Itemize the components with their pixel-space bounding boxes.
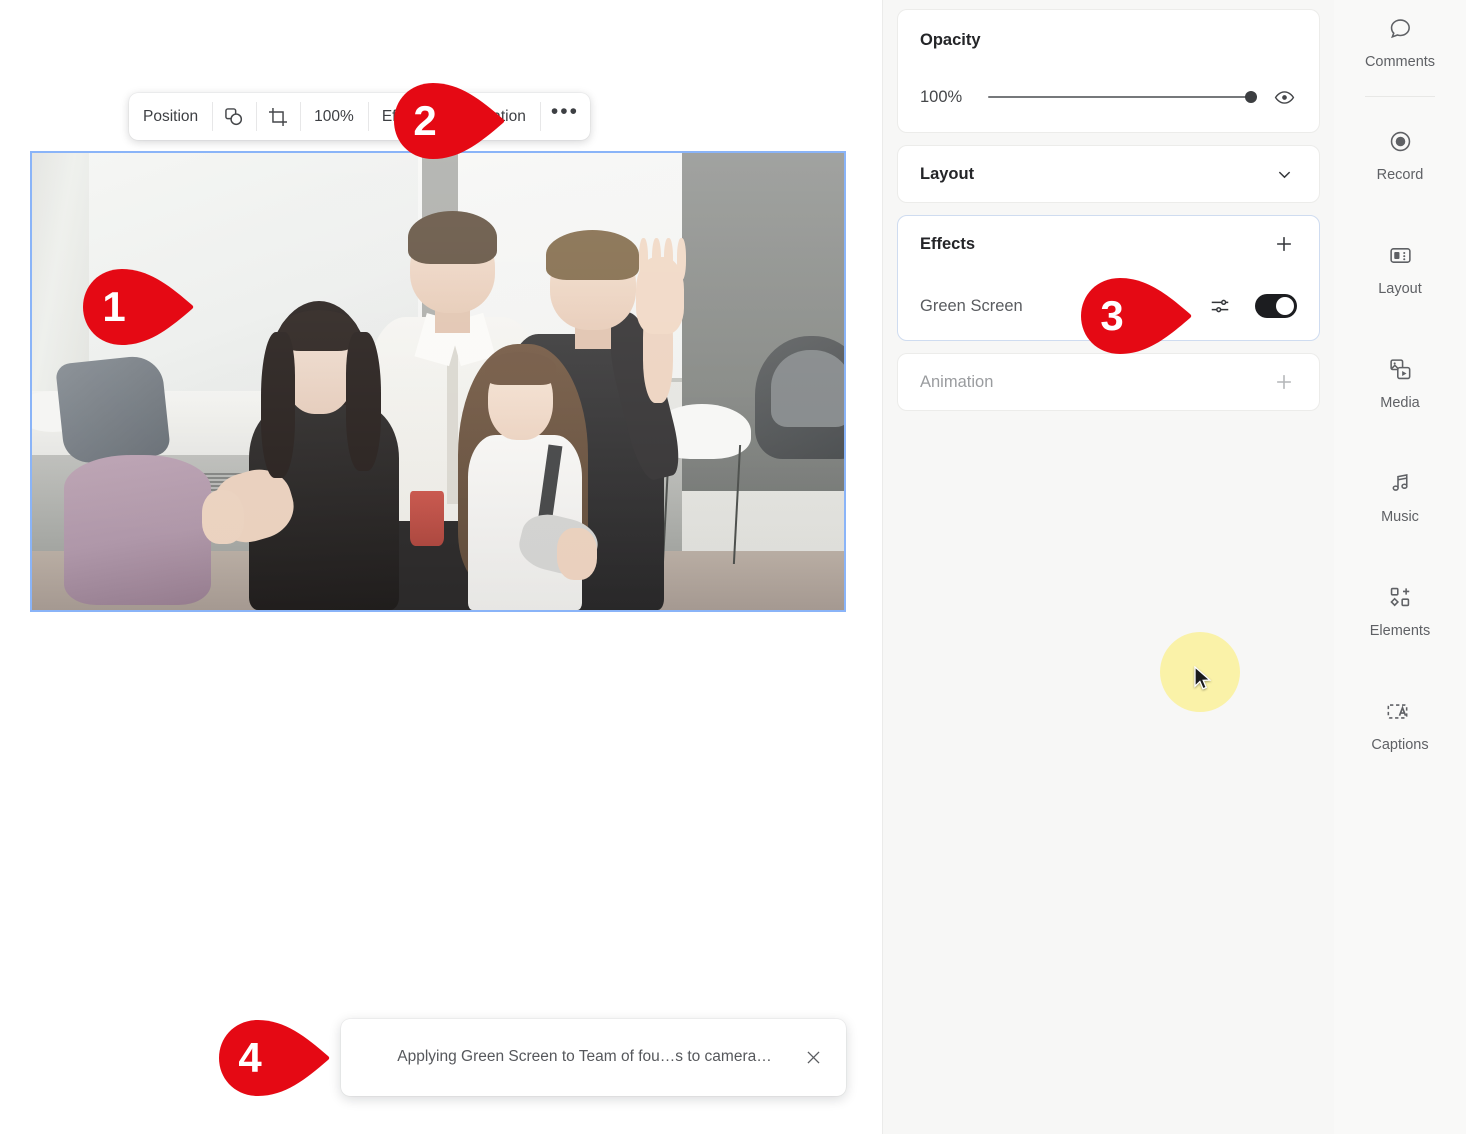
opacity-value: 100% <box>920 87 963 106</box>
mouse-cursor <box>1194 665 1214 697</box>
rail-label-record: Record <box>1376 167 1424 183</box>
rail-item-record[interactable]: Record <box>1334 117 1466 195</box>
media-stack-icon <box>1388 357 1413 387</box>
rail-item-media[interactable]: Media <box>1334 345 1466 423</box>
green-screen-label: Green Screen <box>920 296 1023 315</box>
rail-label-music: Music <box>1381 509 1419 525</box>
toolbar-arrange-button[interactable] <box>212 93 256 140</box>
selected-video-clip[interactable] <box>30 151 846 612</box>
rail-item-music[interactable]: Music <box>1334 459 1466 537</box>
crop-icon <box>267 106 289 128</box>
record-circle-icon <box>1388 129 1413 159</box>
comment-bubble-icon <box>1388 16 1413 46</box>
plus-icon[interactable] <box>1271 231 1297 257</box>
opacity-slider[interactable] <box>988 91 1257 103</box>
animation-card[interactable]: Animation <box>897 353 1320 411</box>
editor-canvas[interactable]: Position 100% ••• Applying Green Screen … <box>0 0 882 1134</box>
effects-title: Effects <box>920 234 976 253</box>
layout-panels-icon <box>1388 243 1413 273</box>
toolbar-zoom-label: 100% <box>314 107 354 125</box>
marker-number: 3 <box>1100 292 1124 339</box>
person-dark-hair <box>201 295 410 610</box>
toast-message: Applying Green Screen to Team of fou…s t… <box>397 1048 772 1066</box>
rail-item-comments[interactable]: Comments <box>1334 4 1466 82</box>
properties-panel: Opacity 100% Layout Effects Green Screen… <box>882 0 1334 1134</box>
toolbar-more-button[interactable]: ••• <box>539 93 590 140</box>
opacity-card: Opacity 100% <box>897 9 1320 133</box>
sliders-icon[interactable] <box>1207 293 1233 319</box>
close-icon[interactable] <box>798 1043 828 1073</box>
rail-divider <box>1365 96 1435 97</box>
marker-number: 2 <box>413 97 437 144</box>
rail-label-elements: Elements <box>1369 623 1431 639</box>
marker-number: 1 <box>102 283 126 330</box>
opacity-slider-thumb[interactable] <box>1245 91 1257 103</box>
green-screen-toggle[interactable] <box>1255 294 1297 318</box>
toggle-knob <box>1276 297 1294 315</box>
toolbar-position-label: Position <box>143 107 199 125</box>
rail-item-layout[interactable]: Layout <box>1334 231 1466 309</box>
rail-item-captions[interactable]: Captions <box>1334 687 1466 765</box>
right-tool-rail: Comments Record Layout Media Music Eleme… <box>1334 0 1466 1134</box>
person-long-hair <box>446 336 603 610</box>
element-toolbar[interactable]: Position 100% ••• <box>129 93 590 140</box>
elements-shapes-icon <box>1388 585 1413 615</box>
toolbar-crop-button[interactable] <box>256 93 300 140</box>
captions-a-icon <box>1385 699 1414 729</box>
rail-label-media: Media <box>1380 395 1420 411</box>
video-scene <box>32 153 844 610</box>
toolbar-zoom-value[interactable]: 100% <box>300 93 368 140</box>
eye-icon[interactable] <box>1271 84 1297 110</box>
opacity-title: Opacity <box>920 31 981 49</box>
red-cup <box>409 491 444 546</box>
layout-title: Layout <box>920 164 975 183</box>
callout-marker-1: 1 <box>82 268 194 346</box>
animation-title: Animation <box>920 372 994 391</box>
layout-card[interactable]: Layout <box>897 145 1320 203</box>
callout-marker-3: 3 <box>1080 277 1192 355</box>
music-notes-icon <box>1388 471 1413 501</box>
rail-item-elements[interactable]: Elements <box>1334 573 1466 651</box>
toolbar-position-button[interactable]: Position <box>129 93 212 140</box>
marker-number: 4 <box>238 1034 262 1081</box>
rail-label-captions: Captions <box>1371 737 1429 753</box>
chevron-down-icon[interactable] <box>1271 161 1297 187</box>
plus-icon[interactable] <box>1271 369 1297 395</box>
more-dots-icon: ••• <box>550 100 579 124</box>
rail-label-comments: Comments <box>1364 54 1436 70</box>
applying-effect-toast[interactable]: Applying Green Screen to Team of fou…s t… <box>341 1019 846 1096</box>
overlap-shapes-icon <box>223 106 245 128</box>
rail-label-layout: Layout <box>1378 281 1422 297</box>
callout-marker-4: 4 <box>218 1019 330 1097</box>
callout-marker-2: 2 <box>393 82 505 160</box>
